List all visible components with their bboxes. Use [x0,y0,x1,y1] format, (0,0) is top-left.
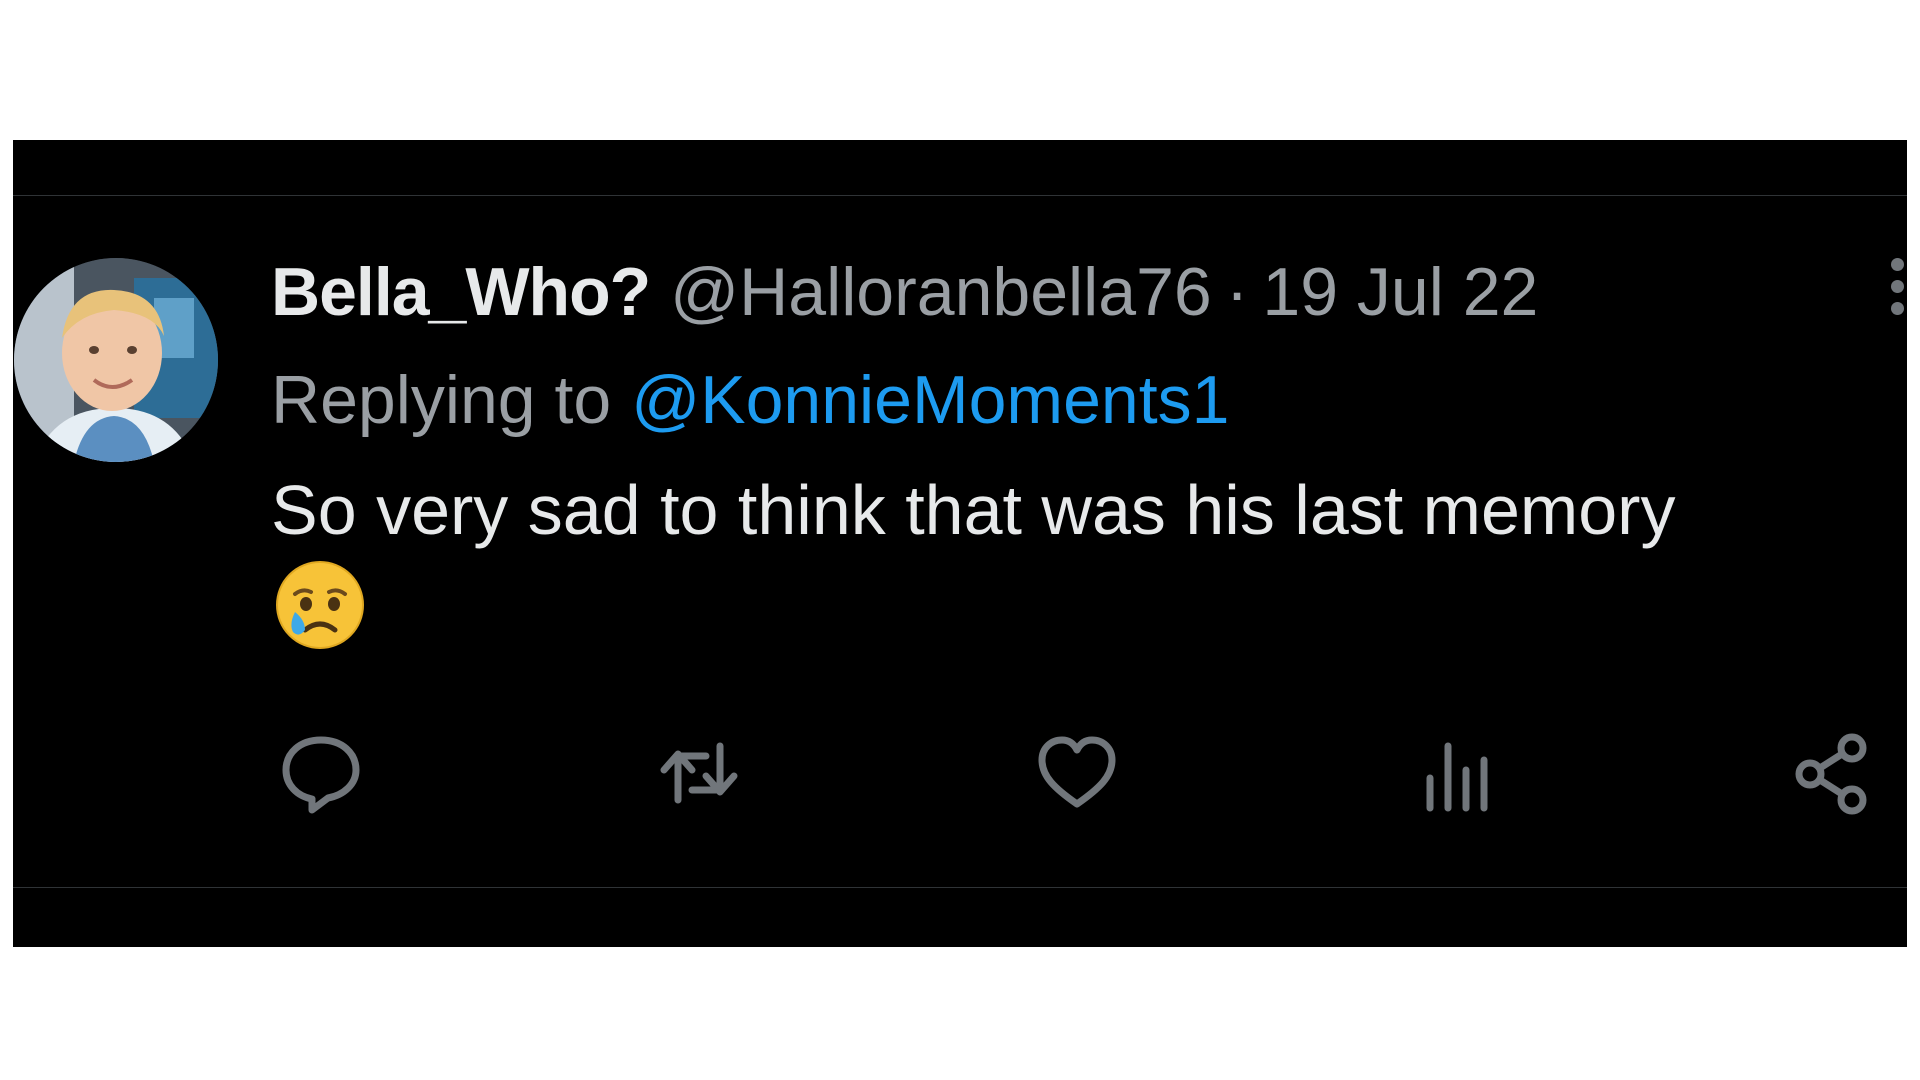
bar-chart-icon [1426,742,1488,812]
replying-to: Replying to @KonnieMoments1 [271,360,1229,440]
user-handle[interactable]: @Halloranbella76 [670,253,1212,331]
display-name[interactable]: Bella_Who? [271,253,651,331]
separator-dot: · [1225,254,1249,330]
like-button[interactable] [1034,730,1120,816]
retweet-icon [660,742,738,804]
tweet-date[interactable]: 19 Jul 22 [1262,253,1538,331]
top-divider [13,195,1907,196]
crying-face-emoji-icon [275,560,365,650]
reply-mention-link[interactable]: @KonnieMoments1 [631,361,1229,439]
tweet-header: Bella_Who? @Halloranbella76 · 19 Jul 22 [271,252,1538,332]
speech-bubble-icon [282,736,360,814]
avatar-photo [14,258,218,462]
share-icon [1795,733,1867,815]
retweet-button[interactable] [656,730,742,816]
replying-to-label: Replying to [271,362,612,438]
views-button[interactable] [1412,730,1498,816]
tweet-text: So very sad to think that was his last m… [271,471,1676,549]
bottom-divider [13,887,1907,888]
tweet-card: Bella_Who? @Halloranbella76 · 19 Jul 22 … [13,140,1907,947]
avatar[interactable] [14,258,218,462]
share-button[interactable] [1790,730,1876,816]
heart-icon [1038,736,1116,808]
reply-button[interactable] [278,730,364,816]
more-options-icon[interactable] [1885,258,1907,328]
